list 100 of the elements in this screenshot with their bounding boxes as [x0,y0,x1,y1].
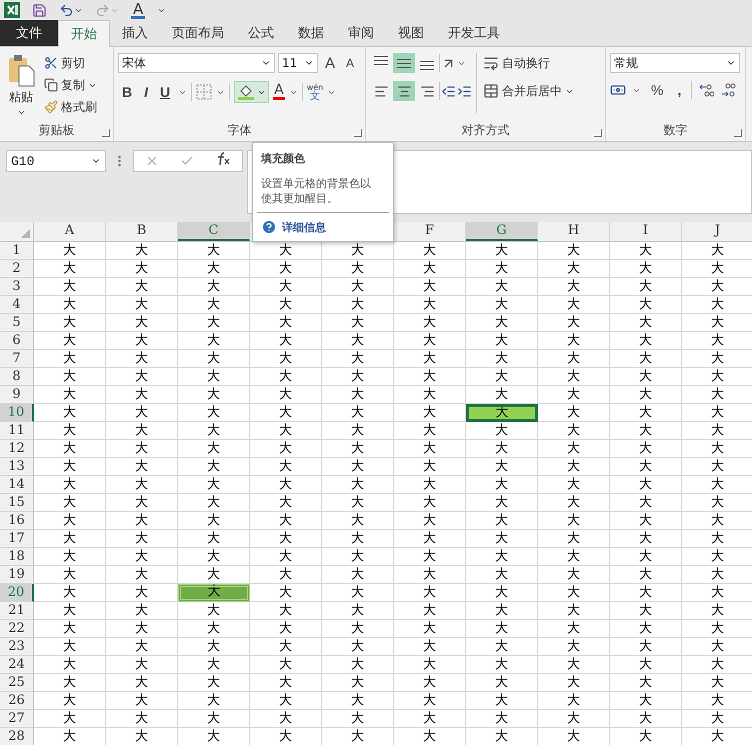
table-cell: 大 [106,260,178,278]
font-size-dropdown[interactable]: 11 [278,53,318,73]
row-header[interactable]: 17 [0,530,34,548]
table-cell: 大 [106,674,178,692]
copy-icon[interactable] [44,78,58,92]
row-header[interactable]: 23 [0,638,34,656]
font-color-button[interactable]: A [273,84,285,100]
undo-icon[interactable] [59,2,74,18]
ribbon-tab[interactable]: 插入 [110,20,160,46]
dialog-launcher-icon[interactable] [102,129,110,137]
shrink-font-button[interactable]: A [342,56,358,70]
table-cell: 大 [250,278,322,296]
row-header[interactable]: 20 [0,584,34,602]
table-cell: 大 [538,602,610,620]
phonetic-button[interactable]: wén 文 [306,83,324,101]
merge-center-button[interactable]: 合并后居中 [481,81,576,101]
row-header[interactable]: 5 [0,314,34,332]
row-header[interactable]: 8 [0,368,34,386]
row-header[interactable]: 9 [0,386,34,404]
dialog-launcher-icon[interactable] [734,129,742,137]
row-header[interactable]: 25 [0,674,34,692]
row-header[interactable]: 15 [0,494,34,512]
table-cell: 大 [250,332,322,350]
table-cell: 大 [34,710,106,728]
row-header[interactable]: 7 [0,350,34,368]
ribbon-tab[interactable]: 公式 [236,20,286,46]
row-header[interactable]: 27 [0,710,34,728]
ribbon-tab[interactable]: 数据 [286,20,336,46]
merge-cells-icon[interactable] [483,83,499,99]
wrap-text-icon[interactable] [483,55,499,71]
caret-icon[interactable] [16,108,26,117]
table-cell: 大 [610,368,682,386]
dialog-launcher-icon[interactable] [594,129,602,137]
table-cell: 大 [610,512,682,530]
row-header[interactable]: 3 [0,278,34,296]
dialog-launcher-icon[interactable] [354,129,362,137]
table-cell: 大 [466,512,538,530]
scissors-icon[interactable] [44,56,58,70]
table-cell: 大 [538,386,610,404]
row-header[interactable]: 11 [0,422,34,440]
table-cell: 大 [394,314,466,332]
table-cell: 大 [322,314,394,332]
file-tab[interactable]: 文件 [0,20,58,46]
row-header[interactable]: 4 [0,296,34,314]
more-info-link[interactable]: 详细信息 [261,219,385,235]
row-header[interactable]: 12 [0,440,34,458]
number-format-dropdown[interactable]: 常规 [610,53,740,73]
decrease-decimal-icon[interactable] [720,82,736,98]
row-header[interactable]: 28 [0,728,34,745]
bold-button[interactable]: B [118,84,136,100]
percent-button[interactable]: % [647,82,668,98]
ribbon-tab[interactable]: 审阅 [336,20,386,46]
borders-icon[interactable] [196,84,212,100]
paste-button[interactable]: 粘贴 [4,53,38,121]
spreadsheet-logo-icon[interactable] [4,2,20,18]
grow-font-button[interactable]: A [321,54,340,72]
name-box[interactable]: G10 [6,150,106,172]
ribbon-tab[interactable]: 视图 [386,20,436,46]
table-cell: 大 [682,566,752,584]
format-painter-button[interactable]: 格式刷 [42,97,99,117]
increase-decimal-icon[interactable] [698,82,714,98]
wrap-text-button[interactable]: 自动换行 [481,53,576,73]
save-icon[interactable] [32,2,47,18]
ribbon-tab[interactable]: 开始 [58,20,110,47]
row-header[interactable]: 16 [0,512,34,530]
underline-button[interactable]: U [156,84,174,100]
row-header[interactable]: 1 [0,242,34,260]
column-header[interactable]: C [178,222,250,241]
row-header[interactable]: 2 [0,260,34,278]
help-icon[interactable] [261,219,277,235]
table-cell: 大 [34,494,106,512]
vertical-align-button[interactable] [393,53,415,73]
font-name-dropdown[interactable]: 宋体 [118,53,275,73]
row-header[interactable]: 22 [0,620,34,638]
copy-button[interactable]: 复制 [42,75,99,95]
decrease-indent-icon[interactable] [441,84,456,98]
row-header[interactable]: 19 [0,566,34,584]
row-header[interactable]: 14 [0,476,34,494]
table-cell: 大 [610,728,682,745]
table-cell: 大 [106,314,178,332]
ribbon-tab[interactable]: 页面布局 [160,20,236,46]
table-cell: 大 [466,440,538,458]
cut-button[interactable]: 剪切 [42,53,99,73]
ribbon-tab[interactable]: 开发工具 [436,20,512,46]
row-header[interactable]: 24 [0,656,34,674]
row-header[interactable]: 6 [0,332,34,350]
row-header[interactable]: 26 [0,692,34,710]
fill-color-button[interactable] [234,81,270,103]
row-header[interactable]: 21 [0,602,34,620]
column-header[interactable]: G [466,222,538,241]
comma-button[interactable]: , [673,82,686,98]
paint-bucket-icon[interactable] [237,83,256,101]
horizontal-align-button[interactable] [393,81,415,101]
table-cell: 大 [322,368,394,386]
row-header[interactable]: 10 [0,404,34,422]
row-header[interactable]: 18 [0,548,34,566]
table-cell: 大 [106,530,178,548]
row-header[interactable]: 13 [0,458,34,476]
increase-indent-icon[interactable] [457,84,472,98]
italic-button[interactable]: I [140,84,152,100]
